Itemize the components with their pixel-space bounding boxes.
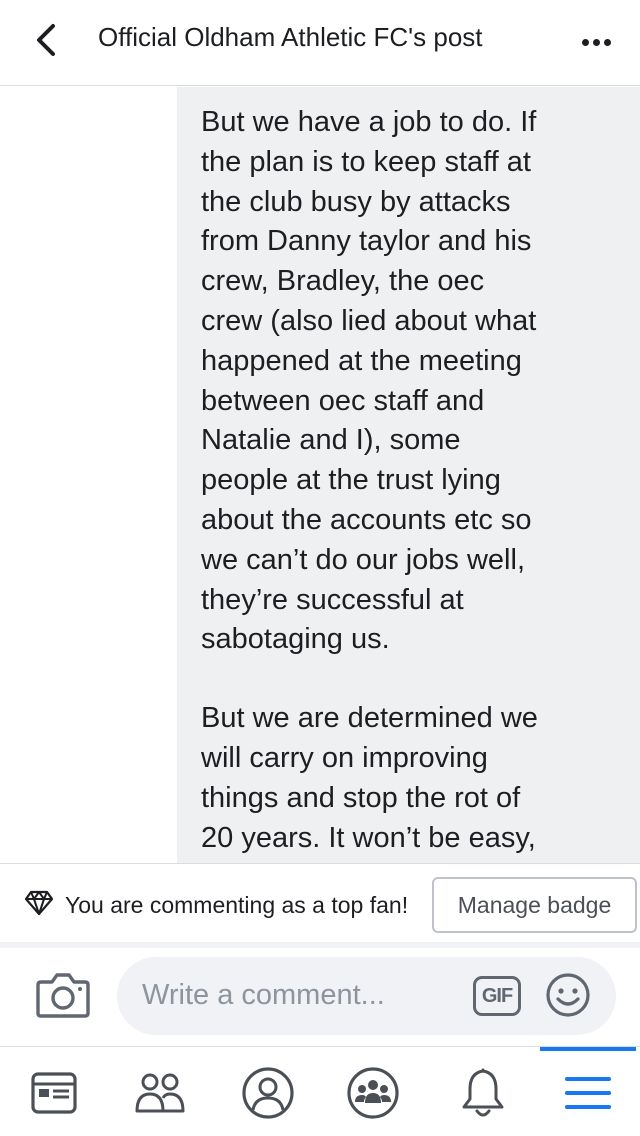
back-button[interactable] xyxy=(24,18,68,62)
tab-friends[interactable] xyxy=(132,1065,188,1121)
active-tab-indicator xyxy=(540,1047,636,1051)
tab-notifications[interactable] xyxy=(455,1065,511,1121)
comment-input[interactable]: Write a comment... GIF xyxy=(117,957,616,1035)
more-options-button[interactable] xyxy=(572,24,620,60)
post-paragraph-2: But we are determined we will carry on i… xyxy=(201,702,538,854)
top-header: Official Oldham Athletic FC's post xyxy=(0,0,640,86)
camera-icon[interactable] xyxy=(36,970,90,1018)
groups-icon xyxy=(347,1067,399,1119)
post-paragraph-1: But we have a job to do. If the plan is … xyxy=(201,106,537,656)
tab-menu[interactable] xyxy=(560,1065,616,1121)
profile-icon xyxy=(242,1067,294,1119)
top-fan-text: You are commenting as a top fan! xyxy=(65,892,409,918)
gif-button[interactable]: GIF xyxy=(473,976,521,1016)
news-feed-icon xyxy=(31,1072,77,1114)
more-dot xyxy=(592,38,600,46)
tab-news-feed[interactable] xyxy=(26,1065,82,1121)
menu-icon xyxy=(565,1077,611,1109)
notifications-icon xyxy=(462,1068,504,1117)
smiley-icon[interactable] xyxy=(545,972,591,1018)
friends-icon xyxy=(135,1073,185,1113)
comment-placeholder: Write a comment... xyxy=(142,979,385,1011)
comment-bubble: But we have a job to do. If the plan is … xyxy=(177,87,640,863)
manage-badge-button[interactable]: Manage badge xyxy=(432,877,637,933)
tab-groups[interactable] xyxy=(345,1065,401,1121)
more-dot xyxy=(603,38,611,46)
post-content-area[interactable]: But we have a job to do. If the plan is … xyxy=(0,87,640,863)
comment-composer: Write a comment... GIF xyxy=(0,948,640,1046)
tab-profile[interactable] xyxy=(240,1065,296,1121)
top-fan-bar: You are commenting as a top fan! Manage … xyxy=(0,863,640,943)
diamond-icon xyxy=(24,890,54,916)
more-horizontal-icon xyxy=(581,38,589,46)
page-title: Official Oldham Athletic FC's post xyxy=(98,22,483,52)
bottom-tab-bar xyxy=(0,1046,640,1136)
chevron-left-icon xyxy=(37,24,55,56)
